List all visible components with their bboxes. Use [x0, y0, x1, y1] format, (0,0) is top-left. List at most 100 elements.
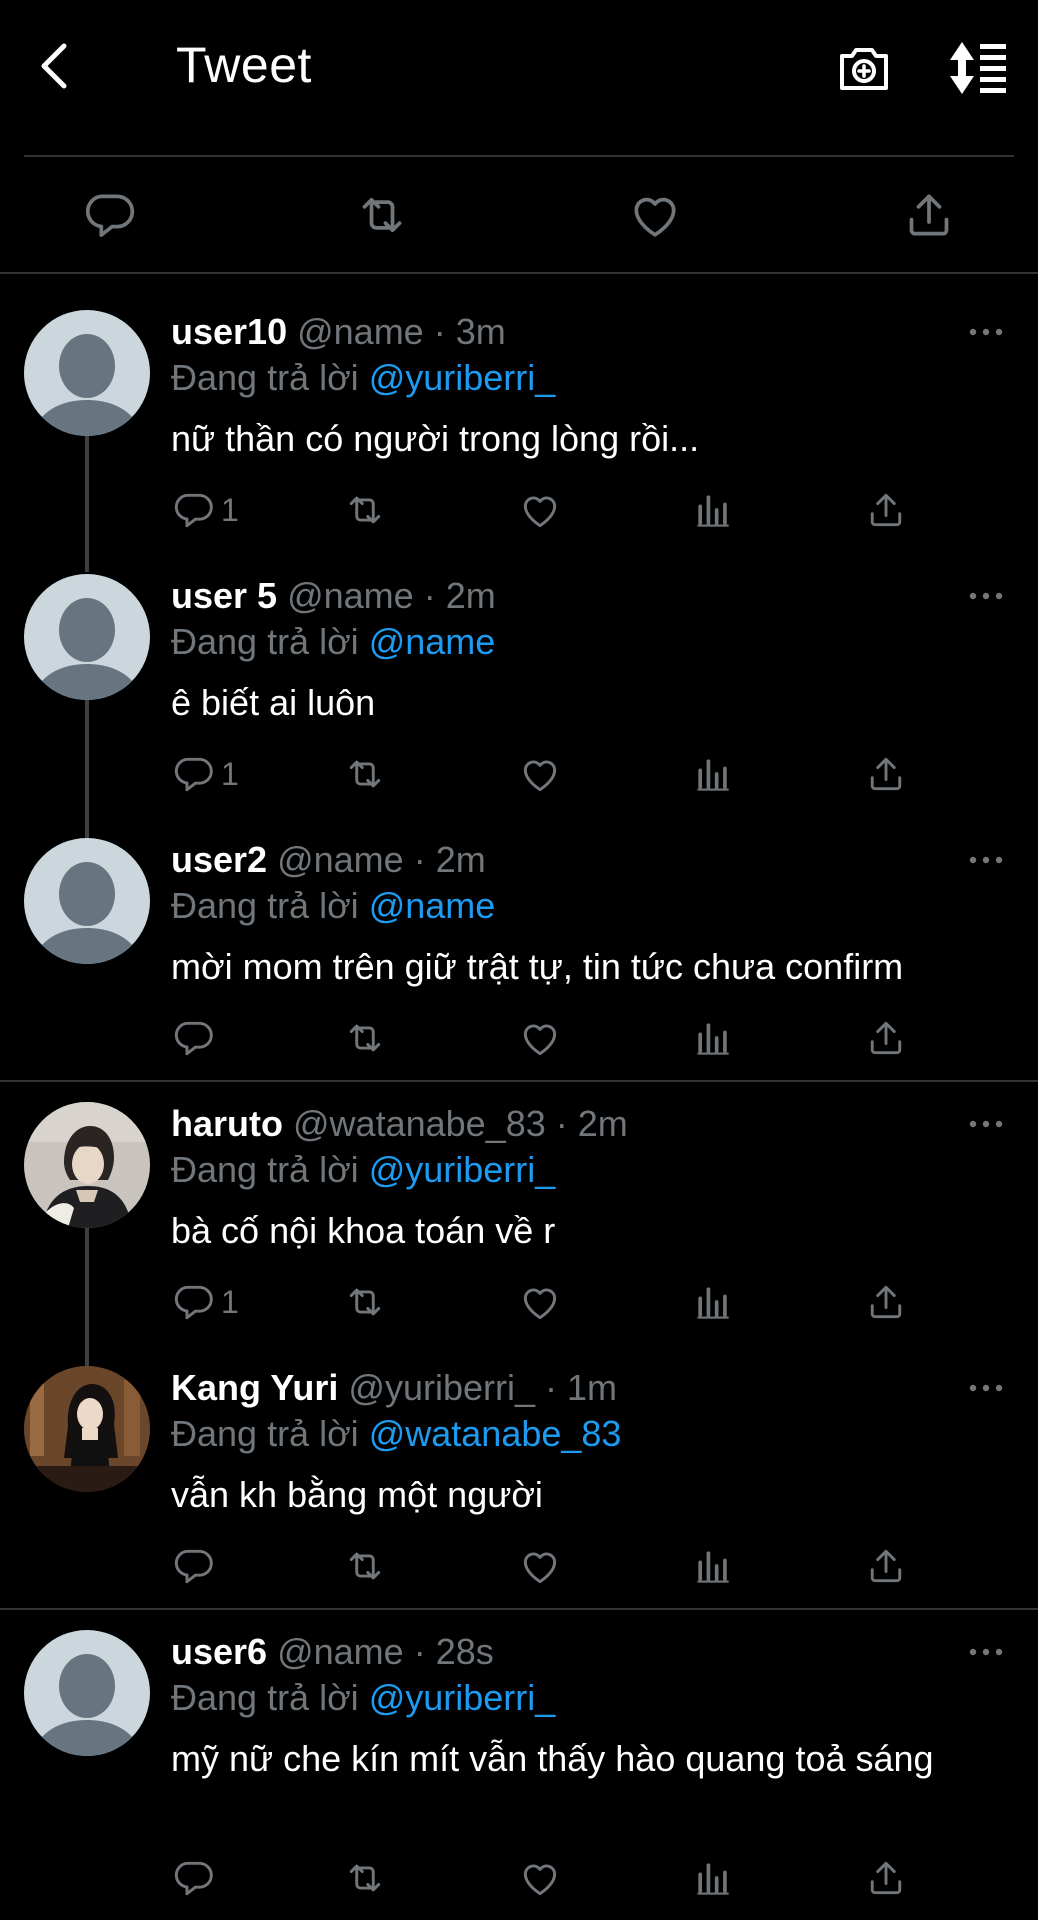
heart-icon[interactable]: [518, 1016, 562, 1060]
replying-to-label: Đang trả lời: [171, 357, 359, 398]
camera-plus-icon[interactable]: [836, 40, 892, 96]
username[interactable]: user 5: [171, 575, 277, 616]
retweet-icon[interactable]: [343, 488, 387, 532]
retweet-icon[interactable]: [343, 1280, 387, 1324]
thread-line: [85, 698, 89, 838]
views-icon[interactable]: [691, 1856, 735, 1900]
thread-line: [85, 434, 89, 572]
handle[interactable]: @name: [277, 1631, 404, 1672]
share-icon[interactable]: [864, 1544, 908, 1588]
back-arrow-icon[interactable]: [30, 36, 80, 96]
tweet-header: user 5 @name · 2m: [171, 574, 496, 618]
heart-icon[interactable]: [518, 1544, 562, 1588]
username[interactable]: user10: [171, 311, 287, 352]
tweet-actions: [171, 1544, 931, 1594]
top-bar: Tweet: [0, 0, 1038, 156]
more-options-icon[interactable]: [968, 1646, 1004, 1666]
mention-link[interactable]: @name: [369, 621, 496, 662]
avatar[interactable]: [24, 838, 150, 964]
tweet-header: user10 @name · 3m: [171, 310, 506, 354]
replying-to: Đang trả lời @yuriberri_: [171, 356, 555, 400]
reply-icon[interactable]: 1: [171, 1280, 239, 1324]
retweet-icon[interactable]: [343, 1856, 387, 1900]
timestamp: · 2m: [423, 575, 496, 616]
share-icon[interactable]: [864, 1016, 908, 1060]
replying-to-label: Đang trả lời: [171, 1149, 359, 1190]
replying-to: Đang trả lời @watanabe_83: [171, 1412, 621, 1456]
heart-icon[interactable]: [627, 187, 683, 243]
views-icon[interactable]: [691, 1280, 735, 1324]
tweet-text: bà cố nội khoa toán về r: [171, 1210, 556, 1251]
views-icon[interactable]: [691, 1016, 735, 1060]
avatar[interactable]: [24, 1630, 150, 1756]
mention-link[interactable]: @yuriberri_: [369, 357, 556, 398]
username[interactable]: haruto: [171, 1103, 283, 1144]
username[interactable]: user6: [171, 1631, 267, 1672]
mention-link[interactable]: @watanabe_83: [369, 1413, 622, 1454]
retweet-icon[interactable]: [343, 752, 387, 796]
reply-count: 1: [221, 756, 239, 792]
tweet-text: mỹ nữ che kín mít vẫn thấy hào quang toả…: [171, 1738, 934, 1779]
timestamp: · 3m: [433, 311, 506, 352]
handle[interactable]: @name: [297, 311, 424, 352]
tweet-header: user6 @name · 28s: [171, 1630, 494, 1674]
reply-icon[interactable]: [171, 1856, 215, 1900]
timestamp: · 28s: [413, 1631, 494, 1672]
mention-link[interactable]: @yuriberri_: [369, 1677, 556, 1718]
tweet-actions: [171, 1016, 931, 1066]
reply-icon[interactable]: 1: [171, 752, 239, 796]
tweet-text: vẫn kh bằng một người: [171, 1474, 543, 1515]
more-options-icon[interactable]: [968, 854, 1004, 874]
share-icon[interactable]: [864, 1856, 908, 1900]
retweet-icon[interactable]: [343, 1544, 387, 1588]
reply-icon[interactable]: [171, 1016, 215, 1060]
sort-list-icon[interactable]: [946, 38, 1010, 98]
share-icon[interactable]: [864, 752, 908, 796]
replying-to-label: Đang trả lời: [171, 885, 359, 926]
avatar[interactable]: [24, 310, 150, 436]
heart-icon[interactable]: [518, 752, 562, 796]
reply-icon[interactable]: [81, 187, 137, 243]
heart-icon[interactable]: [518, 1856, 562, 1900]
more-options-icon[interactable]: [968, 326, 1004, 346]
share-icon[interactable]: [864, 488, 908, 532]
reply-icon[interactable]: 1: [171, 488, 239, 532]
replying-to: Đang trả lời @name: [171, 620, 495, 664]
username[interactable]: Kang Yuri: [171, 1367, 338, 1408]
handle[interactable]: @name: [287, 575, 414, 616]
page-title: Tweet: [176, 37, 312, 93]
thread-line: [85, 1226, 89, 1366]
avatar[interactable]: [24, 574, 150, 700]
replying-to-label: Đang trả lời: [171, 1413, 359, 1454]
reply-icon[interactable]: [171, 1544, 215, 1588]
share-icon[interactable]: [864, 1280, 908, 1324]
more-options-icon[interactable]: [968, 1382, 1004, 1402]
heart-icon[interactable]: [518, 488, 562, 532]
avatar[interactable]: [24, 1102, 150, 1228]
handle[interactable]: @name: [277, 839, 404, 880]
heart-icon[interactable]: [518, 1280, 562, 1324]
username[interactable]: user2: [171, 839, 267, 880]
handle[interactable]: @watanabe_83: [293, 1103, 546, 1144]
retweet-icon[interactable]: [354, 187, 410, 243]
tweet-header: Kang Yuri @yuriberri_ · 1m: [171, 1366, 617, 1410]
replying-to: Đang trả lời @yuriberri_: [171, 1148, 555, 1192]
avatar[interactable]: [24, 1366, 150, 1492]
mention-link[interactable]: @yuriberri_: [369, 1149, 556, 1190]
tweet-actions: [171, 1856, 931, 1906]
more-options-icon[interactable]: [968, 590, 1004, 610]
more-options-icon[interactable]: [968, 1118, 1004, 1138]
views-icon[interactable]: [691, 1544, 735, 1588]
tweet-header: haruto @watanabe_83 · 2m: [171, 1102, 628, 1146]
replying-to-label: Đang trả lời: [171, 1677, 359, 1718]
replying-to: Đang trả lời @yuriberri_: [171, 1676, 555, 1720]
views-icon[interactable]: [691, 488, 735, 532]
retweet-icon[interactable]: [343, 1016, 387, 1060]
tweet-text: mời mom trên giữ trật tự, tin tức chưa c…: [171, 946, 904, 987]
mention-link[interactable]: @name: [369, 885, 496, 926]
handle[interactable]: @yuriberri_: [348, 1367, 535, 1408]
views-icon[interactable]: [691, 752, 735, 796]
tweet-header: user2 @name · 2m: [171, 838, 486, 882]
thread-divider: [0, 1080, 1038, 1082]
share-icon[interactable]: [901, 187, 957, 243]
